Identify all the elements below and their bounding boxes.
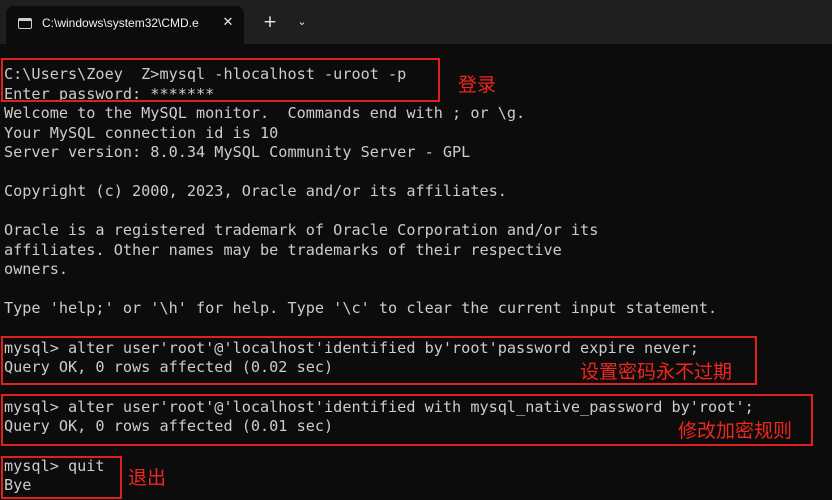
terminal-output[interactable]: C:\Users\Zoey Z>mysql -hlocalhost -uroot… xyxy=(0,44,832,500)
terminal-line: owners. xyxy=(4,260,69,278)
tab-title: C:\windows\system32\CMD.e xyxy=(42,16,199,30)
set-password-never-expire-annotation: 设置密码永不过期 xyxy=(580,361,733,383)
terminal-icon xyxy=(18,18,32,29)
terminal-tab[interactable]: C:\windows\system32\CMD.e ✕ xyxy=(6,6,244,44)
login-annotation: 登录 xyxy=(458,74,497,96)
close-icon[interactable]: ✕ xyxy=(218,13,238,33)
terminal-line: Oracle is a registered trademark of Orac… xyxy=(4,221,599,239)
new-tab-button[interactable]: + xyxy=(258,11,282,35)
terminal-line: Server version: 8.0.34 MySQL Community S… xyxy=(4,143,471,161)
quit-highlight-box xyxy=(1,456,122,499)
terminal-line: Welcome to the MySQL monitor. Commands e… xyxy=(4,104,526,122)
terminal-line: Your MySQL connection id is 10 xyxy=(4,124,279,142)
login-highlight-box xyxy=(1,58,440,102)
chevron-down-icon[interactable]: ⌄ xyxy=(290,11,314,35)
terminal-line: affiliates. Other names may be trademark… xyxy=(4,241,562,259)
terminal-line: Type 'help;' or '\h' for help. Type '\c'… xyxy=(4,299,718,317)
change-encryption-rule-annotation: 修改加密规则 xyxy=(678,420,793,442)
exit-annotation: 退出 xyxy=(128,467,167,489)
terminal-line: Copyright (c) 2000, 2023, Oracle and/or … xyxy=(4,182,507,200)
title-bar: C:\windows\system32\CMD.e ✕ + ⌄ xyxy=(0,0,832,44)
